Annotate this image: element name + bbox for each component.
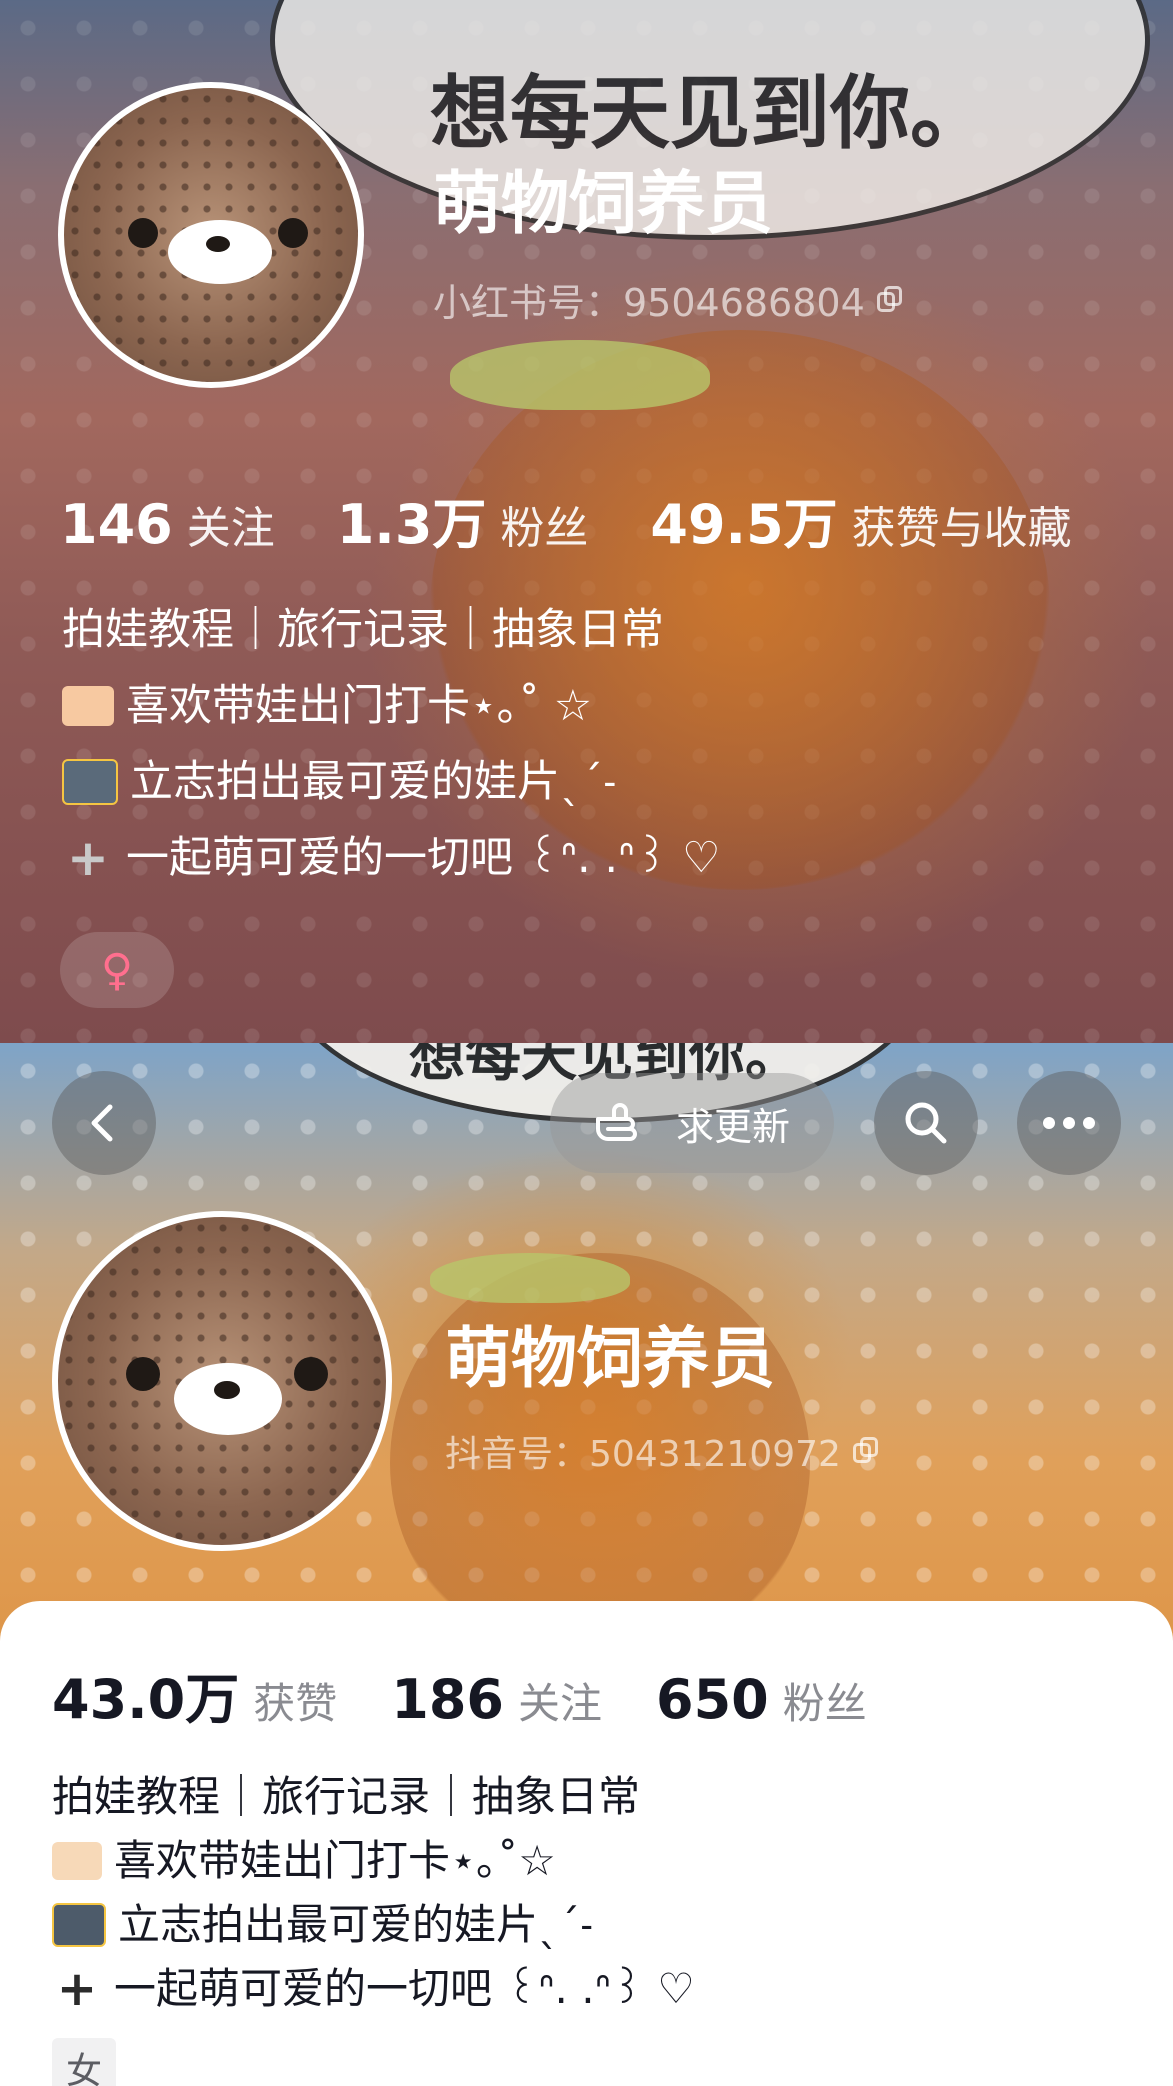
stat-label: 获赞 xyxy=(253,1679,338,1728)
back-icon xyxy=(91,1104,113,1142)
stat-value: 43.0万 xyxy=(52,1668,240,1731)
heart-hands-icon xyxy=(52,1842,102,1880)
back-button[interactable] xyxy=(52,1071,156,1175)
account-id[interactable]: 抖音号：50431210972 xyxy=(445,1425,879,1477)
gender-chip: ♀ xyxy=(60,932,174,1008)
more-button[interactable] xyxy=(1017,1071,1121,1175)
nickname: 萌物饲养员 xyxy=(433,165,774,244)
stat-followers[interactable]: 650 粉丝 xyxy=(656,1668,867,1731)
douyin-profile-panel: 想每天见到你。 求更新 萌物饲养员 抖音号：50431210972 43.0万 … xyxy=(0,1043,1173,2086)
stat-value: 49.5万 xyxy=(650,493,838,556)
bear-nose xyxy=(214,1381,240,1399)
search-button[interactable] xyxy=(874,1071,978,1175)
bear-left-eye xyxy=(128,218,158,248)
bio-line: 立志拍出最可爱的娃片ˎˊ˗ xyxy=(62,744,721,820)
bio-text: 拍娃教程｜旅行记录｜抽象日常 xyxy=(62,605,664,655)
request-update-button[interactable]: 求更新 xyxy=(550,1073,834,1173)
bio: 拍娃教程｜旅行记录｜抽象日常 喜欢带娃出门打卡⋆｡˚☆ 立志拍出最可爱的娃片ˎˊ… xyxy=(52,1765,695,2021)
bear-nose xyxy=(206,236,230,252)
stat-following[interactable]: 146 关注 xyxy=(60,492,275,556)
account-id[interactable]: 小红书号：9504686804 xyxy=(433,272,903,327)
stat-value: 650 xyxy=(656,1668,769,1731)
stat-label: 获赞与收藏 xyxy=(851,503,1072,554)
bear-right-eye xyxy=(278,218,308,248)
bio-text: 立志拍出最可爱的娃片ˎˊ˗ xyxy=(118,1900,594,1949)
bear-muzzle xyxy=(174,1363,282,1435)
copy-icon[interactable] xyxy=(852,1437,879,1465)
bio-text: 拍娃教程｜旅行记录｜抽象日常 xyxy=(52,1772,641,1821)
stat-likes[interactable]: 43.0万 获赞 xyxy=(52,1655,337,1734)
profile-stats: 146 关注 1.3万 粉丝 49.5万 获赞与收藏 xyxy=(60,480,1072,559)
bio-line: + 一起萌可爱的一切吧 ꒰ᐢ. .ᐢ꒱ ♡ xyxy=(52,1957,695,2021)
avatar[interactable] xyxy=(58,82,364,388)
bio-text: 一起萌可爱的一切吧 ꒰ᐢ. .ᐢ꒱ ♡ xyxy=(126,833,721,883)
bio-text: 一起萌可爱的一切吧 ꒰ᐢ. .ᐢ꒱ ♡ xyxy=(114,1964,695,2013)
gender-tag-text: 女 xyxy=(65,2051,102,2086)
copy-icon[interactable] xyxy=(876,285,903,314)
stat-following[interactable]: 186 关注 xyxy=(391,1668,602,1731)
bio-text: 喜欢带娃出门打卡⋆｡˚☆ xyxy=(114,1836,556,1885)
stat-label: 关注 xyxy=(517,1679,602,1728)
female-icon: ♀ xyxy=(100,944,134,996)
more-icon xyxy=(1043,1117,1095,1129)
request-update-label: 求更新 xyxy=(675,1104,790,1149)
pointing-hand-icon xyxy=(595,1103,637,1141)
bear-muzzle xyxy=(168,220,272,284)
heart-hands-icon xyxy=(62,686,114,726)
stat-value: 146 xyxy=(60,493,173,556)
stat-value: 1.3万 xyxy=(336,493,487,556)
plus-icon: + xyxy=(56,1961,98,2017)
account-id-text: 小红书号：9504686804 xyxy=(433,281,865,325)
bear-right-eye xyxy=(294,1357,328,1391)
stat-likes-and-saves[interactable]: 49.5万 获赞与收藏 xyxy=(650,480,1071,559)
stat-followers[interactable]: 1.3万 粉丝 xyxy=(337,480,589,559)
bio: 拍娃教程｜旅行记录｜抽象日常 喜欢带娃出门打卡⋆｡˚ ☆ 立志拍出最可爱的娃片ˎ… xyxy=(62,592,721,896)
stat-label: 粉丝 xyxy=(500,503,589,554)
avatar[interactable] xyxy=(52,1211,392,1551)
xiaohongshu-profile-panel: 想每天见到你。 萌物饲养员 小红书号：9504686804 146 关注 1.3… xyxy=(0,0,1173,1043)
stat-value: 186 xyxy=(391,1668,504,1731)
stat-label: 粉丝 xyxy=(782,1679,867,1728)
profile-stats: 43.0万 获赞 186 关注 650 粉丝 xyxy=(52,1655,921,1734)
bio-line: 拍娃教程｜旅行记录｜抽象日常 xyxy=(52,1765,695,1829)
camera-flash-icon xyxy=(62,759,118,805)
leaf-illustration xyxy=(430,1253,630,1303)
plus-icon: + xyxy=(67,829,109,887)
account-id-text: 抖音号：50431210972 xyxy=(445,1434,841,1475)
bio-text: 喜欢带娃出门打卡⋆｡˚ ☆ xyxy=(126,681,593,731)
bio-line: 立志拍出最可爱的娃片ˎˊ˗ xyxy=(52,1893,695,1957)
camera-flash-icon xyxy=(52,1903,106,1947)
leaf-illustration xyxy=(450,340,710,410)
bio-line: 拍娃教程｜旅行记录｜抽象日常 xyxy=(62,592,721,668)
bio-line: 喜欢带娃出门打卡⋆｡˚☆ xyxy=(52,1829,695,1893)
nickname: 萌物饲养员 xyxy=(445,1320,775,1397)
bio-text: 立志拍出最可爱的娃片ˎˊ˗ xyxy=(130,757,617,807)
stat-label: 关注 xyxy=(186,503,275,554)
search-icon xyxy=(905,1102,947,1144)
bio-line: 喜欢带娃出门打卡⋆｡˚ ☆ xyxy=(62,668,721,744)
gender-tag: 女 xyxy=(52,2038,116,2086)
bear-left-eye xyxy=(126,1357,160,1391)
bio-line: + 一起萌可爱的一切吧 ꒰ᐢ. .ᐢ꒱ ♡ xyxy=(62,820,721,896)
